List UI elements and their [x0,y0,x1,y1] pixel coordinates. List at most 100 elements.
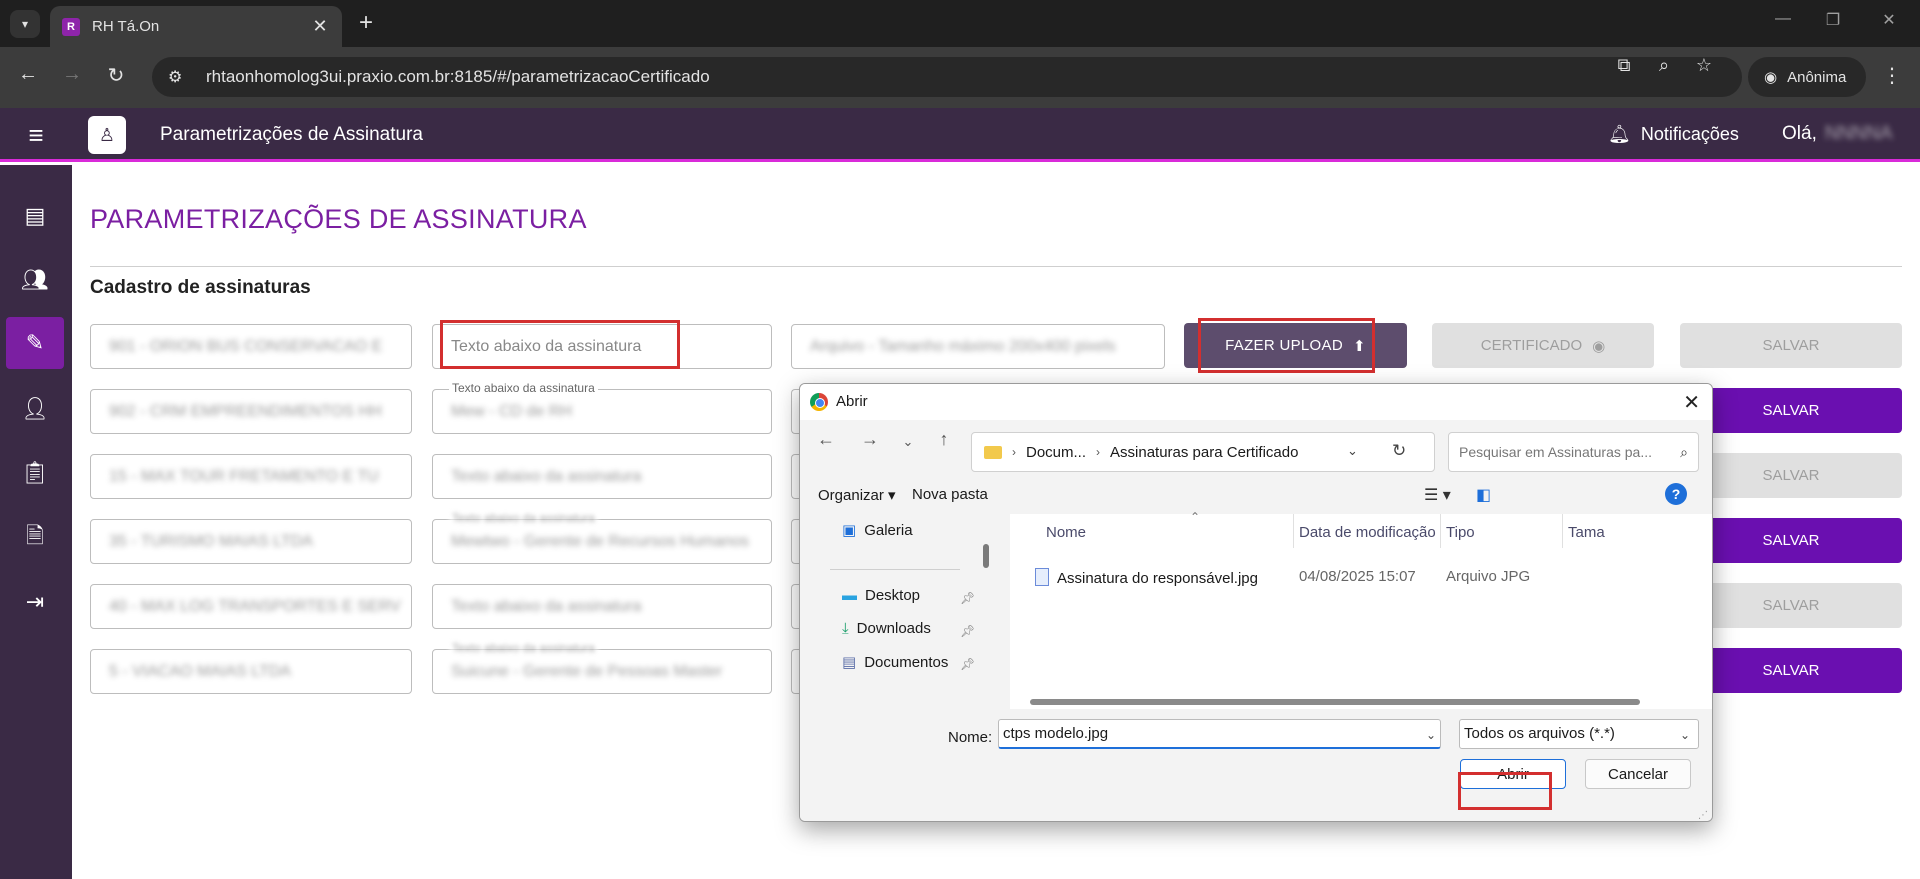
save-button[interactable]: SALVAR [1680,583,1902,628]
dialog-command-bar: Organizar ▾ Nova pasta ☰ ▾ ◧ ? [800,479,1712,511]
refresh-icon[interactable]: ↻ [1392,441,1406,461]
organize-button[interactable]: Organizar ▾ [818,486,896,504]
pen-icon: ✎ [25,330,45,355]
new-folder-button[interactable]: Nova pasta [912,486,988,503]
translate-icon[interactable]: ⧉ [1610,55,1638,76]
nav-scrollbar[interactable] [983,544,989,568]
forward-icon[interactable]: → [58,63,86,86]
column-type[interactable]: Tipo [1446,524,1475,541]
save-button[interactable]: SALVAR [1680,518,1902,563]
nav-item-gallery[interactable]: ▣ Galeria [842,521,913,540]
address-bar[interactable]: ⚙ rhtaonhomolog3ui.praxio.com.br:8185/#/… [152,57,1742,97]
column-size[interactable]: Tama [1568,524,1605,541]
browser-menu-icon[interactable]: ⋮ [1882,63,1902,88]
incognito-indicator[interactable]: ◉ Anônima [1748,57,1866,97]
save-button[interactable]: SALVAR [1680,453,1902,498]
preview-pane-icon[interactable]: ◧ [1476,485,1491,505]
dialog-search-input[interactable]: Pesquisar em Assinaturas pa... ⌕ [1448,432,1699,472]
view-options-icon[interactable]: ☰ ▾ [1424,485,1451,505]
path-segment[interactable]: Assinaturas para Certificado [1110,444,1298,461]
save-button[interactable]: SALVAR [1680,648,1902,693]
file-list-scrollbar[interactable] [1030,699,1640,705]
company-field[interactable]: 5 - VIACAO MAIAS LTDA [90,649,412,694]
company-field[interactable]: 901 - ORION BUS CONSERVACAO E [90,324,412,369]
user-greeting[interactable]: Olá, NNNNA [1782,123,1892,145]
path-segment[interactable]: Docum... [1026,444,1086,461]
bookmark-star-icon[interactable]: ☆ [1690,55,1718,76]
path-dropdown-icon[interactable]: ⌄ [1347,443,1358,459]
zoom-icon[interactable]: ⌕ [1650,55,1678,76]
signature-text-input[interactable]: Texto abaixo da assinatura [432,584,772,629]
dialog-forward-icon[interactable]: → [856,429,884,457]
signature-text-input[interactable]: Texto abaixo da assinatura [432,324,772,369]
reload-icon[interactable]: ↻ [102,63,130,88]
nav-item-documents[interactable]: ▤ Documentos [842,653,948,672]
signature-text-input[interactable]: Texto abaixo da assinatura Suicune - Ger… [432,641,772,694]
save-button[interactable]: SALVAR [1680,388,1902,433]
filename-label: Nome: [948,729,993,746]
filename-input[interactable]: ctps modelo.jpg [998,719,1441,749]
column-date[interactable]: Data de modificação [1299,524,1436,541]
dialog-back-icon[interactable]: ← [812,429,840,457]
incognito-label: Anônima [1787,68,1847,86]
file-field[interactable]: Arquivo - Tamanho máximo 200x400 pixels [791,324,1165,369]
dialog-footer: Nome: ctps modelo.jpg ⌄ Todos os arquivo… [800,709,1712,821]
path-chevron-icon: › [1012,445,1016,459]
users-icon: 👥︎ [21,267,49,292]
minimize-icon[interactable]: — [1768,10,1798,28]
company-field[interactable]: 902 - CRM EMPREENDIMENTOS HH [90,389,412,434]
signature-text-input[interactable]: Texto abaixo da assinatura Mew - CD de R… [432,381,772,434]
sidebar-item-logout[interactable]: ⇥ [6,576,64,628]
dialog-recent-chevron-icon[interactable]: ⌄ [894,434,922,462]
open-button[interactable]: Abrir [1460,759,1566,789]
window-close-icon[interactable]: ✕ [1874,10,1904,30]
nav-item-label: Galeria [864,521,913,539]
dialog-close-icon[interactable]: ✕ [1683,390,1700,415]
dialog-path-bar[interactable]: › Docum... › Assinaturas para Certificad… [971,432,1435,472]
signature-text-input[interactable]: Texto abaixo da assinatura Mewtwo - Gere… [432,511,772,564]
sidebar-item-chat[interactable]: ▤ [6,190,64,242]
hamburger-menu-icon[interactable]: ≡ [22,120,50,151]
image-file-icon [1035,568,1049,586]
app-header: ≡ ♙ Parametrizações de Assinatura 🔔︎ Not… [0,108,1920,162]
notifications-label: Notificações [1640,124,1739,144]
company-name: 901 - ORION BUS CONSERVACAO E [109,337,383,355]
filename-dropdown-icon[interactable]: ⌄ [1426,728,1436,742]
new-tab-icon[interactable]: + [352,9,380,37]
sidebar-item-users[interactable]: 👥︎ [6,254,64,306]
resize-grip-icon[interactable]: ⋰ [1698,810,1708,821]
cancel-button[interactable]: Cancelar [1585,759,1691,789]
file-name-cell[interactable]: Assinatura do responsável.jpg [1035,568,1258,587]
nav-item-downloads[interactable]: ⤓ Downloads [842,620,931,637]
upload-button[interactable]: FAZER UPLOAD ⬆ [1184,323,1407,368]
browser-tab[interactable]: R RH Tá.On ✕ [50,6,342,47]
dialog-up-icon[interactable]: ↑ [930,429,958,457]
field-floating-label: Texto abaixo da assinatura [449,511,598,525]
tab-close-icon[interactable]: ✕ [310,16,330,37]
app-favicon-icon: R [62,17,80,36]
restore-icon[interactable]: ❐ [1818,10,1848,30]
help-icon[interactable]: ? [1665,483,1687,505]
company-field[interactable]: 35 - TURISMO MAIAS LTDA [90,519,412,564]
sidebar-item-signature[interactable]: ✎ [6,317,64,369]
file-type-select[interactable]: Todos os arquivos (*.*) ⌄ [1459,719,1699,749]
save-button[interactable]: SALVAR [1680,323,1902,368]
sidebar-item-clipboard[interactable]: 📋︎ [6,447,64,499]
signature-text-input[interactable]: Texto abaixo da assinatura [432,454,772,499]
nav-item-desktop[interactable]: ▬ Desktop [842,587,920,604]
company-field[interactable]: 15 - MAX TOUR FRETAMENTO E TU [90,454,412,499]
sidebar-item-add-user[interactable]: 👤︎ [6,383,64,435]
certificate-button[interactable]: CERTIFICADO ◉ [1432,323,1654,368]
back-icon[interactable]: ← [14,63,42,86]
dialog-titlebar: Abrir ✕ [800,384,1712,420]
nav-item-label: Downloads [856,620,931,637]
browser-tabbar: ▾ R RH Tá.On ✕ + — ❐ ✕ [0,0,1920,47]
browser-toolbar: ← → ↻ ⚙ rhtaonhomolog3ui.praxio.com.br:8… [0,47,1920,108]
section-title: Cadastro de assinaturas [90,277,311,298]
tab-search-chevron-icon[interactable]: ▾ [10,10,40,38]
sidebar-item-document[interactable]: 🗎 [6,512,64,564]
column-name[interactable]: Nome [1046,524,1086,541]
site-info-icon[interactable]: ⚙ [168,67,188,87]
company-field[interactable]: 40 - MAX LOG TRANSPORTES E SERV [90,584,412,629]
notifications-button[interactable]: 🔔︎ Notificações [1608,124,1739,145]
